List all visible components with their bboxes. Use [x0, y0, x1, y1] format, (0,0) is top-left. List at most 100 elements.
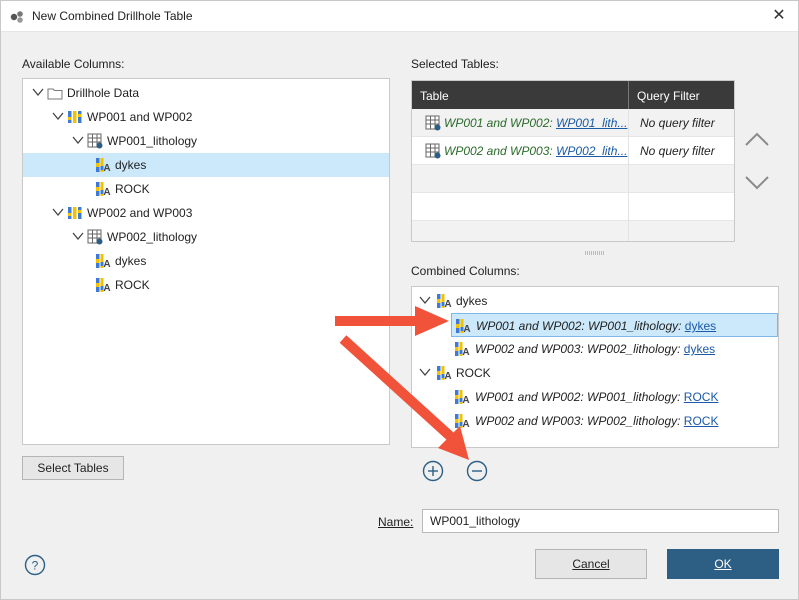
svg-text:A: A [462, 419, 469, 429]
combined-item-label: WP001 and WP002: WP001_lithology: ROCK [475, 390, 718, 404]
combined-group-label: ROCK [456, 366, 491, 380]
combined-group[interactable]: Adykes [412, 289, 778, 313]
table-link[interactable]: WP002_lith... [556, 144, 627, 158]
name-label: Name: [378, 515, 413, 529]
category-column-icon: A [454, 413, 470, 430]
tree-node-label: WP001_lithology [107, 134, 198, 148]
combined-item-label: WP001 and WP002: WP001_lithology: dykes [476, 319, 716, 333]
combined-item-link[interactable]: ROCK [684, 414, 719, 428]
query-filter-cell[interactable]: No query filter [640, 144, 715, 158]
tree-node[interactable]: WP001 and WP002 [23, 105, 389, 129]
column-header-query-filter[interactable]: Query Filter [637, 89, 700, 103]
combined-item-link[interactable]: ROCK [684, 390, 719, 404]
category-column-icon: A [95, 157, 111, 174]
window-title: New Combined Drillhole Table [32, 9, 193, 23]
tree-node[interactable]: WP001_lithology [23, 129, 389, 153]
combined-item-label: WP002 and WP003: WP002_lithology: dykes [475, 342, 715, 356]
combined-item-link[interactable]: dykes [684, 342, 715, 356]
combined-item-label: WP002 and WP003: WP002_lithology: ROCK [475, 414, 718, 428]
tree-node[interactable]: A ROCK [23, 177, 389, 201]
column-header-table[interactable]: Table [420, 89, 449, 103]
help-icon[interactable]: ? [24, 554, 46, 576]
table-row[interactable]: WP002 and WP003: WP002_lith... No query f… [412, 137, 734, 165]
chevron-down-icon[interactable] [31, 85, 45, 99]
select-tables-button[interactable]: Select Tables [22, 456, 124, 480]
chevron-down-icon[interactable] [71, 229, 85, 243]
svg-text:A: A [103, 259, 110, 269]
tree-node[interactable]: A ROCK [23, 273, 389, 297]
table-prefix: WP001 and WP002: [444, 116, 557, 130]
table-cell-name: WP001 and WP002: WP001_lith... [444, 116, 627, 130]
cancel-button[interactable]: Cancel [535, 549, 647, 579]
chevron-down-icon[interactable] [418, 365, 432, 379]
tree-node-label: dykes [115, 158, 147, 172]
ok-button-label: OK [714, 557, 732, 571]
tree-node-label: WP002 and WP003 [87, 206, 193, 220]
move-up-icon[interactable] [743, 126, 771, 154]
query-filter-cell[interactable]: No query filter [640, 116, 715, 130]
tree-node-label: dykes [115, 254, 147, 268]
tree-node[interactable]: Adykes [23, 153, 389, 177]
tree-node[interactable]: Adykes [23, 249, 389, 273]
svg-text:A: A [103, 283, 110, 293]
splitter-handle[interactable] [585, 251, 605, 255]
remove-column-icon[interactable] [466, 460, 488, 482]
available-columns-tree[interactable]: Drillhole Data WP001 and WP002 WP001_litho… [22, 78, 390, 445]
svg-text:A: A [103, 163, 110, 173]
svg-text:A: A [444, 371, 451, 381]
combined-item[interactable]: A WP002 and WP003: WP002_lithology: dykes [412, 337, 778, 361]
tree-node[interactable]: WP002_lithology [23, 225, 389, 249]
tree-node-label: Drillhole Data [67, 86, 140, 100]
combined-item-link[interactable]: dykes [685, 319, 716, 333]
category-column-icon: A [436, 365, 452, 382]
name-input[interactable] [422, 509, 779, 533]
cancel-button-label: Cancel [572, 557, 610, 571]
svg-text:A: A [462, 395, 469, 405]
chevron-down-icon[interactable] [51, 205, 65, 219]
combined-columns-tree[interactable]: Adykes A WP001 and WP002: WP001_lithology:… [411, 286, 779, 448]
tree-node[interactable]: WP002 and WP003 [23, 201, 389, 225]
chevron-down-icon[interactable] [71, 133, 85, 147]
selected-tables-header: Table Query Filter [412, 81, 734, 109]
combined-group-label: dykes [456, 294, 488, 308]
table-row [412, 221, 734, 241]
svg-text:A: A [463, 324, 470, 334]
tree-node-label: WP001 and WP002 [87, 110, 193, 124]
add-column-icon[interactable] [422, 460, 444, 482]
combined-item-prefix: WP002 and WP003: WP002_lithology: [475, 414, 684, 428]
combined-group[interactable]: A ROCK [412, 361, 778, 385]
combined-item[interactable]: A WP002 and WP003: WP002_lithology: ROCK [412, 409, 778, 433]
drillhole-group-icon [67, 109, 83, 125]
tree-node[interactable]: Drillhole Data [23, 81, 389, 105]
combined-item-prefix: WP001 and WP002: WP001_lithology: [476, 319, 685, 333]
svg-text:A: A [462, 347, 469, 357]
dialog-window: New Combined Drillhole Table ✕ Available… [0, 0, 799, 600]
table-cell-name: WP002 and WP003: WP002_lith... [444, 144, 627, 158]
chevron-down-icon[interactable] [51, 109, 65, 123]
name-label-text: Name: [378, 515, 414, 529]
help-glyph: ? [32, 559, 39, 573]
combined-item[interactable]: A WP001 and WP002: WP001_lithology: ROCK [412, 385, 778, 409]
table-link[interactable]: WP001_lith... [556, 116, 627, 130]
chevron-down-icon[interactable] [418, 293, 432, 307]
table-row[interactable]: WP001 and WP002: WP001_lith... No query f… [412, 109, 734, 137]
folder-icon [47, 85, 63, 101]
selected-tables-grid[interactable]: Table Query Filter WP001 and WP002: WP00… [411, 80, 735, 242]
available-columns-label: Available Columns: [22, 57, 125, 71]
selected-tables-label: Selected Tables: [411, 57, 499, 71]
combined-item[interactable]: A WP001 and WP002: WP001_lithology: dykes [451, 313, 778, 337]
table-icon [425, 143, 441, 159]
category-column-icon: A [455, 318, 471, 335]
drillhole-group-icon [67, 205, 83, 221]
ok-button[interactable]: OK [667, 549, 779, 579]
move-down-icon[interactable] [743, 168, 771, 196]
svg-text:A: A [103, 187, 110, 197]
table-icon [87, 229, 103, 245]
category-column-icon: A [95, 253, 111, 270]
close-button[interactable]: ✕ [768, 5, 790, 27]
category-column-icon: A [454, 389, 470, 406]
combined-item-prefix: WP001 and WP002: WP001_lithology: [475, 390, 684, 404]
category-column-icon: A [436, 293, 452, 310]
table-row [412, 165, 734, 193]
title-bar: New Combined Drillhole Table ✕ [1, 1, 798, 32]
